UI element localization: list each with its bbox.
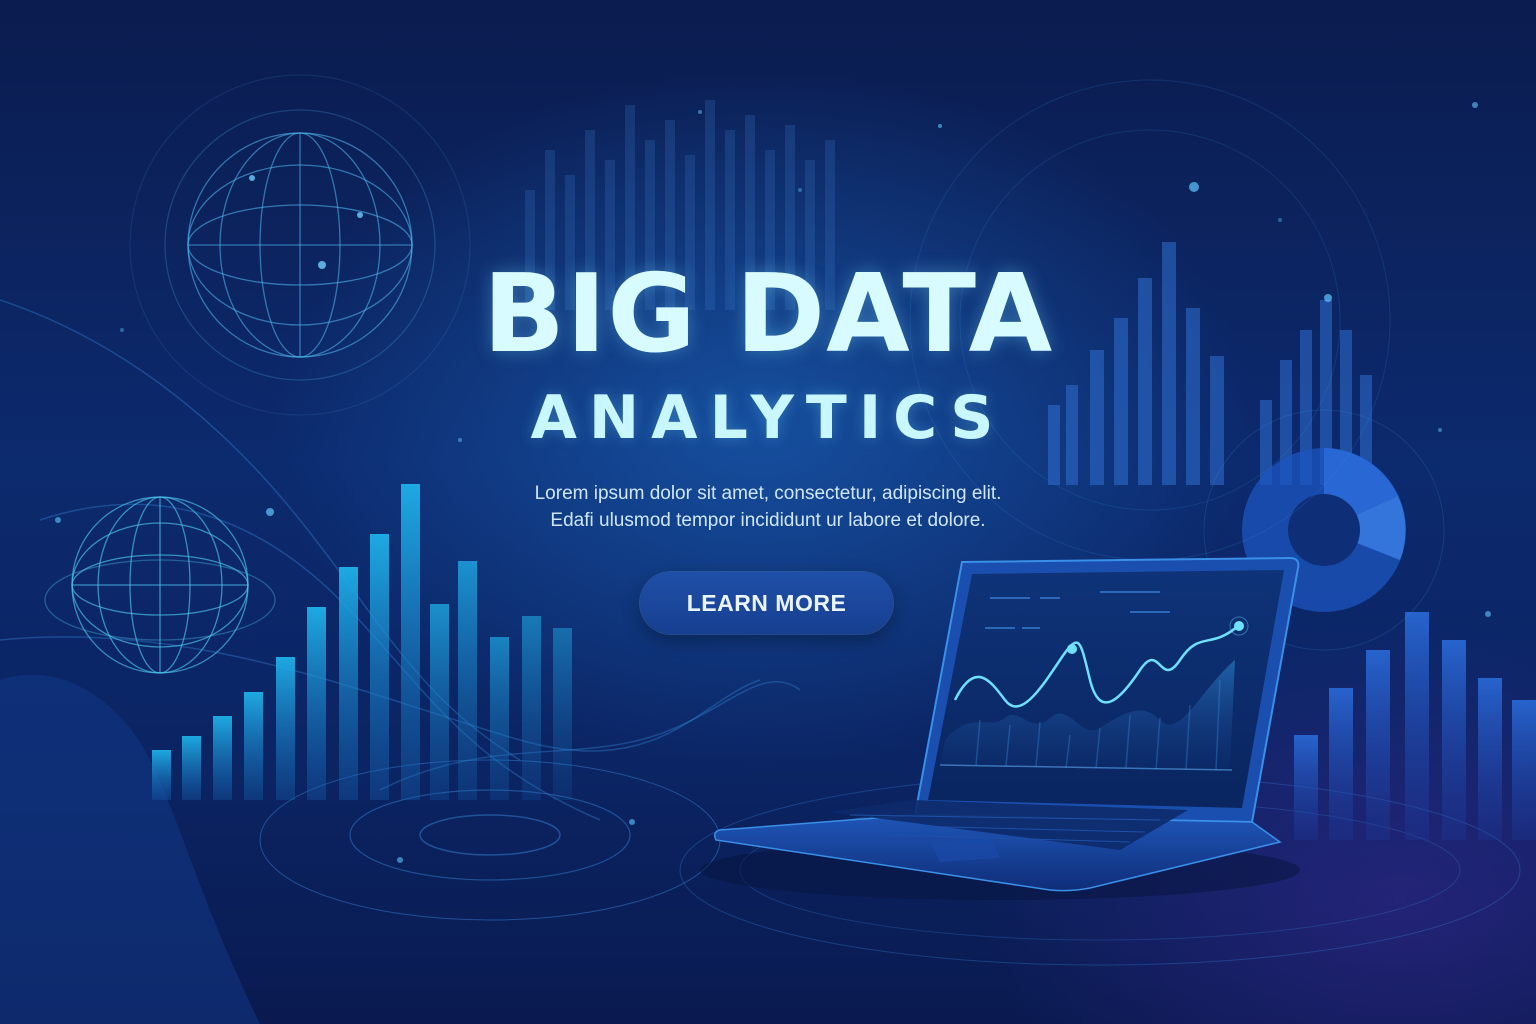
description-line: Lorem ipsum dolor sit amet, consectetur,… xyxy=(534,483,1002,504)
hero-banner: BIG DATA ANALYTICS Lorem ipsum dolor sit… xyxy=(0,0,1536,1024)
description-line: Edafi ulusmod tempor incididunt ur labor… xyxy=(550,510,986,531)
learn-more-button[interactable]: LEARN MORE xyxy=(640,572,893,634)
hero-title: BIG DATA xyxy=(482,252,1054,377)
hero-subtitle: ANALYTICS xyxy=(530,383,1006,453)
bar-chart-icon xyxy=(1294,612,1536,840)
hero-description: Lorem ipsum dolor sit amet, consectetur,… xyxy=(0,480,1536,534)
